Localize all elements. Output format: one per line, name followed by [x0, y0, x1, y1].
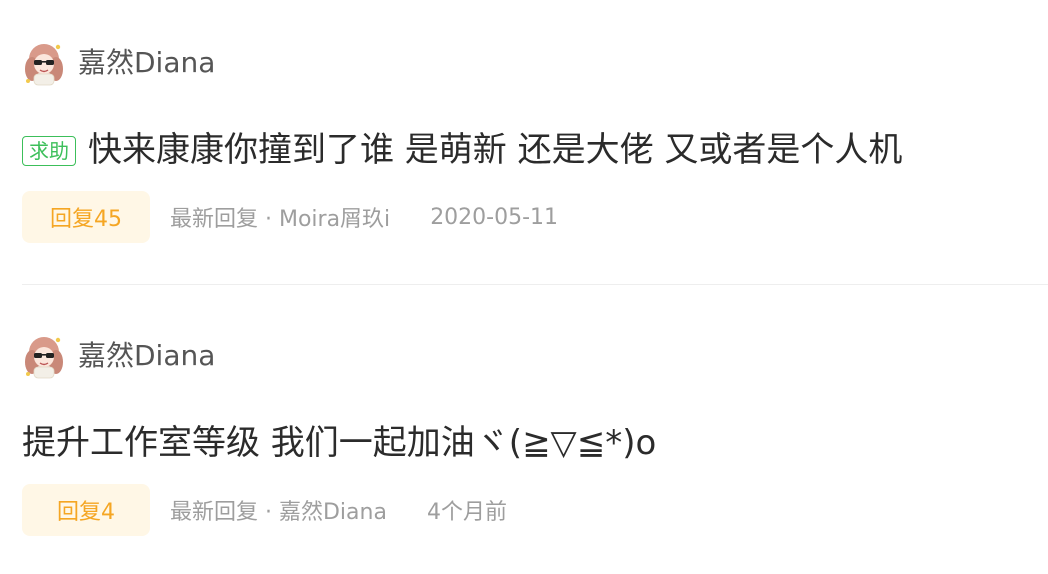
- post-author[interactable]: 嘉然Diana: [22, 331, 1048, 381]
- reply-count-button[interactable]: 回复45: [22, 191, 150, 243]
- post-title-row[interactable]: 求助 快来康康你撞到了谁 是萌新 还是大佬 又或者是个人机: [22, 124, 902, 176]
- post-time: 4个月前: [426, 500, 507, 525]
- latest-reply: 最新回复 · 嘉然Diana: [170, 500, 387, 525]
- post-title[interactable]: 提升工作室等级 我们一起加油ヾ(≧▽≦*)o: [22, 426, 656, 460]
- post-author[interactable]: 嘉然Diana: [22, 38, 1048, 88]
- post-meta: 回复4 最新回复 · 嘉然Diana 4个月前: [22, 484, 507, 536]
- post-time: 2020-05-11: [430, 204, 559, 230]
- reply-count-button[interactable]: 回复4: [22, 484, 150, 536]
- author-name[interactable]: 嘉然Diana: [78, 49, 215, 77]
- divider: [22, 284, 1048, 285]
- latest-reply: 最新回复 · Moira屑玖i: [170, 207, 391, 232]
- avatar-icon: [25, 44, 63, 86]
- help-tag: 求助: [22, 136, 76, 166]
- avatar[interactable]: [22, 39, 66, 87]
- post-card[interactable]: 嘉然Diana 提升工作室等级 我们一起加油ヾ(≧▽≦*)o 回复4 最新回复 …: [22, 331, 1048, 536]
- post-title-row[interactable]: 提升工作室等级 我们一起加油ヾ(≧▽≦*)o: [22, 417, 656, 469]
- avatar[interactable]: [22, 332, 66, 380]
- post-meta: 回复45 最新回复 · Moira屑玖i 2020-05-11: [22, 191, 558, 243]
- author-name[interactable]: 嘉然Diana: [78, 342, 215, 370]
- post-card[interactable]: 嘉然Diana 求助 快来康康你撞到了谁 是萌新 还是大佬 又或者是个人机 回复…: [22, 38, 1048, 243]
- avatar-icon: [25, 337, 63, 379]
- post-title[interactable]: 快来康康你撞到了谁 是萌新 还是大佬 又或者是个人机: [88, 133, 902, 167]
